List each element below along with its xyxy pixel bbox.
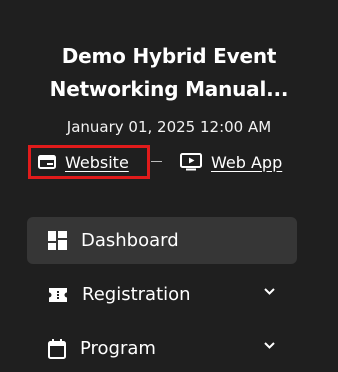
monitor-play-icon: [180, 153, 202, 171]
chevron-down-icon[interactable]: [264, 288, 275, 295]
event-title-line1: Demo Hybrid Event: [61, 44, 277, 68]
browser-window-icon: [38, 155, 56, 169]
website-link[interactable]: Website: [28, 145, 150, 179]
sidebar-item-label: Registration: [82, 284, 191, 305]
calendar-icon: [48, 338, 66, 359]
event-date: January 01, 2025 12:00 AM: [66, 118, 272, 136]
event-links: Website Web App: [0, 145, 338, 179]
sidebar-item-label: Program: [80, 338, 156, 359]
link-separator: [151, 161, 162, 162]
sidebar-item-program[interactable]: Program: [27, 325, 297, 372]
event-title: Demo Hybrid Event Networking Manual...: [0, 40, 338, 106]
sidebar-item-dashboard[interactable]: Dashboard: [27, 217, 297, 264]
sidebar-item-registration[interactable]: Registration: [27, 271, 297, 318]
sidebar-item-label: Dashboard: [81, 230, 179, 251]
event-title-line2: Networking Manual...: [49, 77, 289, 101]
website-link-label: Website: [65, 152, 129, 172]
ticket-icon: [48, 287, 68, 303]
chevron-down-icon[interactable]: [264, 342, 275, 349]
dashboard-grid-icon: [48, 231, 67, 250]
web-app-link[interactable]: Web App: [180, 145, 282, 179]
web-app-link-label: Web App: [211, 152, 283, 172]
